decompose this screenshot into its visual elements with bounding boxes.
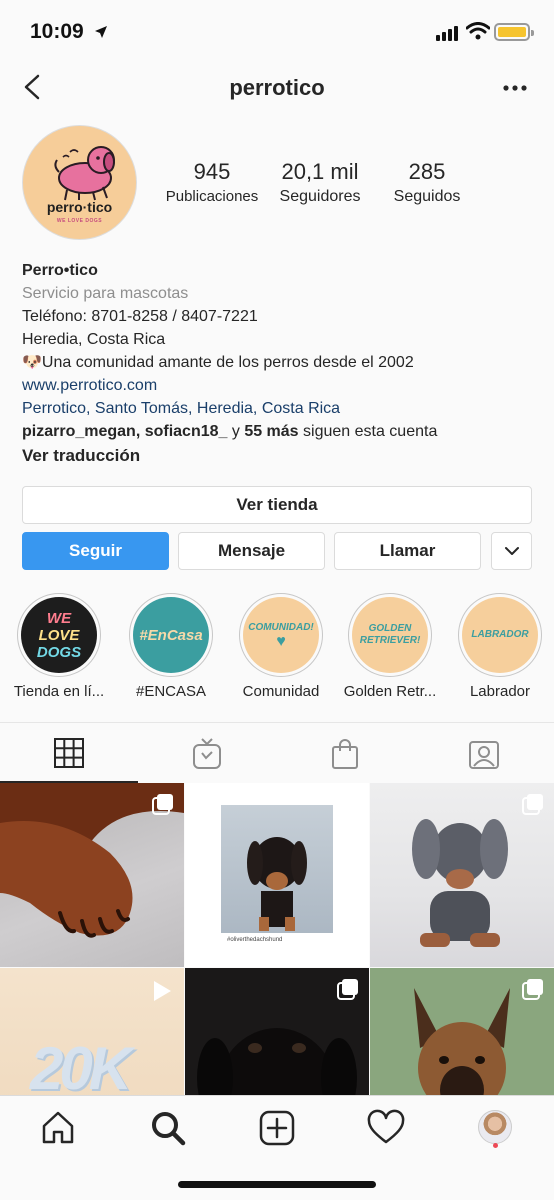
more-options-icon[interactable] xyxy=(502,84,528,92)
heart-icon: ♥ xyxy=(276,633,286,650)
suggested-accounts-button[interactable] xyxy=(491,532,532,570)
bio-phone: Teléfono: 8701-8258 / 8407-7221 xyxy=(22,308,258,325)
call-button[interactable]: Llamar xyxy=(334,532,481,570)
bio-name: Perro•tico xyxy=(22,262,98,279)
avatar-brand-name: perro·tico xyxy=(46,199,113,215)
notification-dot xyxy=(493,1143,498,1148)
profile-bio: Perro•tico Servicio para mascotas Teléfo… xyxy=(22,259,542,467)
stat-following-value: 285 xyxy=(408,159,446,184)
see-translation-link[interactable]: Ver traducción xyxy=(22,444,542,467)
chevron-down-icon xyxy=(505,547,519,555)
bio-location: Heredia, Costa Rica xyxy=(22,331,166,348)
highlight-cover-we-love-dogs: WE LOVE DOGS xyxy=(21,597,97,673)
tagged-icon xyxy=(469,741,499,769)
highlight-cover-comunidad: COMUNIDAD! ♥ xyxy=(243,597,319,673)
video-play-icon xyxy=(154,981,171,1001)
multiple-photos-icon xyxy=(522,979,543,1000)
profile-avatar[interactable]: perro·tico WE LOVE DOGS xyxy=(22,125,137,240)
stat-posts-label: Publicaciones xyxy=(165,188,259,205)
profile-content-tabs xyxy=(0,722,554,783)
followed-by-and: y xyxy=(227,423,245,440)
highlight-labrador[interactable]: LABRADOR Labrador xyxy=(445,593,554,700)
search-icon[interactable] xyxy=(148,1108,188,1148)
home-icon[interactable] xyxy=(38,1108,78,1148)
post-thumbnail[interactable] xyxy=(185,968,369,1095)
posts-grid: #oliverthedachshund 20K xyxy=(0,783,554,1095)
highlight-cover-golden-retriever: GOLDEN RETRIEVER! xyxy=(352,597,428,673)
highlight-cover-encasa: #EnCasa xyxy=(133,597,209,673)
bio-website-link[interactable]: www.perrotico.com xyxy=(22,374,542,397)
highlight-label: Labrador xyxy=(469,683,531,700)
bio-address-link[interactable]: Perrotico, Santo Tomás, Heredia, Costa R… xyxy=(22,397,542,420)
add-post-icon[interactable] xyxy=(257,1108,297,1148)
post-thumbnail[interactable] xyxy=(370,968,554,1095)
multiple-photos-icon xyxy=(337,979,358,1000)
post-thumbnail[interactable]: 20K xyxy=(0,968,184,1095)
tab-shop[interactable] xyxy=(276,723,414,783)
post-thumbnail[interactable] xyxy=(370,783,554,967)
profile-username: perrotico xyxy=(229,75,325,100)
stat-following[interactable]: 285 Seguidos xyxy=(380,158,474,208)
multiple-photos-icon xyxy=(152,794,173,815)
home-indicator[interactable] xyxy=(178,1181,376,1188)
post-thumbnail[interactable] xyxy=(0,783,184,967)
highlight-encasa[interactable]: #EnCasa #ENCASA xyxy=(116,593,226,700)
location-arrow-icon xyxy=(95,26,107,38)
message-button[interactable]: Mensaje xyxy=(178,532,325,570)
followed-by-names: pizarro_megan, sofiacn18_ xyxy=(22,423,228,440)
bio-category: Servicio para mascotas xyxy=(22,285,189,302)
followed-by-suffix: siguen esta cuenta xyxy=(298,423,438,440)
highlight-label: Golden Retr... xyxy=(343,683,437,700)
stat-posts-value: 945 xyxy=(193,159,231,184)
shopping-bag-icon xyxy=(332,739,358,769)
bio-description: 🐶Una comunidad amante de los perros desd… xyxy=(22,354,414,371)
followed-by-more: 55 más xyxy=(244,423,299,440)
profile-avatar-tab[interactable] xyxy=(478,1110,512,1144)
stat-following-label: Seguidos xyxy=(393,188,461,205)
highlight-label: #ENCASA xyxy=(135,683,207,700)
multiple-photos-icon xyxy=(522,794,543,815)
status-bar: 10:09 xyxy=(0,0,554,62)
follow-button[interactable]: Seguir xyxy=(22,532,169,570)
highlight-label: Tienda en lí... xyxy=(13,683,105,700)
dog-logo-icon xyxy=(54,146,115,201)
stat-followers-label: Seguidores xyxy=(279,188,361,205)
highlight-comunidad[interactable]: COMUNIDAD! ♥ Comunidad xyxy=(226,593,336,700)
avatar-brand-tagline: WE LOVE DOGS xyxy=(56,218,103,224)
stat-followers-value: 20,1 mil xyxy=(281,159,359,184)
profile-header-bar: perrotico xyxy=(0,62,554,114)
stat-followers[interactable]: 20,1 mil Seguidores xyxy=(270,158,370,208)
post-overlay-text: 20K xyxy=(30,1035,132,1095)
post-thumbnail[interactable]: #oliverthedachshund xyxy=(185,783,369,967)
dachshund-puppy-photo: #oliverthedachshund xyxy=(221,805,333,947)
tab-tagged[interactable] xyxy=(414,723,552,783)
tab-grid[interactable] xyxy=(0,723,138,783)
highlight-cover-labrador: LABRADOR xyxy=(462,597,538,673)
status-time: 10:09 xyxy=(30,20,84,43)
igtv-icon xyxy=(193,738,221,769)
highlight-tienda[interactable]: WE LOVE DOGS Tienda en lí... xyxy=(4,593,114,700)
stat-posts[interactable]: 945 Publicaciones xyxy=(160,158,264,208)
tab-igtv[interactable] xyxy=(138,723,276,783)
post-caption: #oliverthedachshund xyxy=(221,933,333,947)
wifi-icon xyxy=(466,22,490,40)
battery-icon xyxy=(494,23,534,41)
cellular-signal-icon xyxy=(436,26,458,41)
heart-icon[interactable] xyxy=(366,1108,406,1148)
followed-by-line[interactable]: pizarro_megan, sofiacn18_ y 55 más sigue… xyxy=(22,420,542,443)
grid-icon xyxy=(54,738,84,768)
view-shop-button[interactable]: Ver tienda xyxy=(22,486,532,524)
highlight-golden[interactable]: GOLDEN RETRIEVER! Golden Retr... xyxy=(335,593,445,700)
highlight-label: Comunidad xyxy=(242,683,320,700)
